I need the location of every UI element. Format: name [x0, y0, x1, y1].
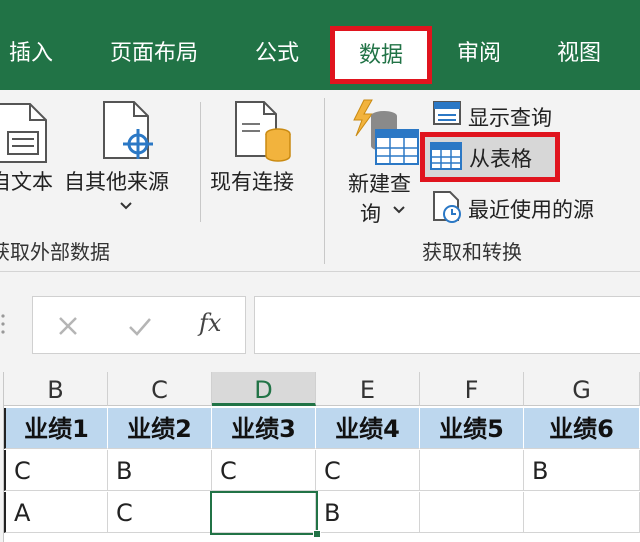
tab-insert[interactable]: 插入	[2, 34, 60, 74]
table-cell[interactable]: C	[212, 450, 316, 491]
group-label-get-external-data: 获取外部数据	[0, 240, 110, 264]
table-cell[interactable]: C	[316, 450, 420, 491]
recent-sources-button[interactable]: 最近使用的源	[468, 194, 594, 224]
column-header-e[interactable]: E	[316, 372, 420, 406]
formula-input[interactable]	[254, 296, 640, 354]
worksheet-grid: B C D E F G 业绩1 业绩2 业绩3 业绩4 业绩5 业绩6 C B …	[0, 372, 640, 542]
table-header-cell[interactable]: 业绩4	[316, 408, 420, 449]
from-table-label: 从表格	[469, 147, 532, 171]
divider	[200, 102, 201, 222]
tab-formulas[interactable]: 公式	[250, 34, 304, 74]
enter-icon[interactable]	[127, 315, 153, 337]
show-queries-button[interactable]: 显示查询	[468, 102, 552, 132]
tab-review[interactable]: 审阅	[452, 34, 506, 74]
ribbon-panel: 自文本 自其他来源 现有连接 获取外部数据 新建查 询 显示查询 从表格 最近使…	[0, 90, 640, 272]
column-header-d[interactable]: D	[212, 372, 316, 406]
tab-view[interactable]: 视图	[552, 34, 606, 74]
from-other-sources-button[interactable]: 自其他来源	[64, 166, 169, 196]
other-sources-icon	[103, 101, 153, 159]
table-cell[interactable]	[524, 492, 640, 533]
table-header-cell[interactable]: 业绩3	[212, 408, 316, 449]
table-icon	[430, 142, 462, 170]
column-header-c[interactable]: C	[108, 372, 212, 406]
table-cell[interactable]: A	[4, 492, 108, 533]
table-header-cell[interactable]: 业绩1	[4, 408, 108, 449]
table-cell[interactable]: B	[524, 450, 640, 491]
new-query-button-label-2[interactable]: 询	[360, 198, 381, 228]
active-cell-outline[interactable]	[210, 491, 318, 535]
from-text-button[interactable]: 自文本	[0, 166, 53, 196]
table-cell[interactable]	[420, 492, 524, 533]
column-header-g[interactable]: G	[524, 372, 640, 406]
tab-page-layout[interactable]: 页面布局	[104, 34, 204, 74]
grip-icon[interactable]	[0, 312, 8, 336]
table-cell[interactable]: C	[108, 492, 212, 533]
column-header-b[interactable]: B	[4, 372, 108, 406]
insert-function-icon[interactable]: fx	[199, 309, 221, 337]
formula-controls: fx	[32, 296, 246, 354]
cancel-icon[interactable]	[57, 315, 79, 337]
recent-sources-icon	[433, 191, 461, 223]
chevron-down-icon[interactable]	[118, 200, 134, 212]
show-queries-icon	[433, 101, 461, 125]
new-query-button[interactable]: 新建查	[348, 168, 411, 198]
chevron-down-icon[interactable]	[392, 204, 406, 216]
tab-data[interactable]: 数据	[330, 26, 432, 84]
table-header-cell[interactable]: 业绩2	[108, 408, 212, 449]
fill-handle[interactable]	[313, 530, 321, 538]
table-cell[interactable]: C	[4, 450, 108, 491]
divider	[324, 98, 325, 264]
table-cell[interactable]: B	[316, 492, 420, 533]
existing-connections-icon	[235, 101, 291, 162]
table-cell[interactable]: B	[108, 450, 212, 491]
ribbon-tab-bar: 插入 页面布局 公式 数据 审阅 视图	[0, 0, 640, 90]
existing-connections-button[interactable]: 现有连接	[210, 166, 294, 196]
group-label-get-and-transform: 获取和转换	[422, 240, 522, 264]
table-header-cell[interactable]: 业绩6	[524, 408, 640, 449]
table-header-cell[interactable]: 业绩5	[420, 408, 524, 449]
text-file-icon	[0, 103, 47, 163]
new-query-icon	[353, 99, 419, 165]
from-table-button[interactable]: 从表格	[420, 132, 560, 182]
column-header-f[interactable]: F	[420, 372, 524, 406]
formula-bar: fx	[0, 272, 640, 372]
table-cell[interactable]	[420, 450, 524, 491]
